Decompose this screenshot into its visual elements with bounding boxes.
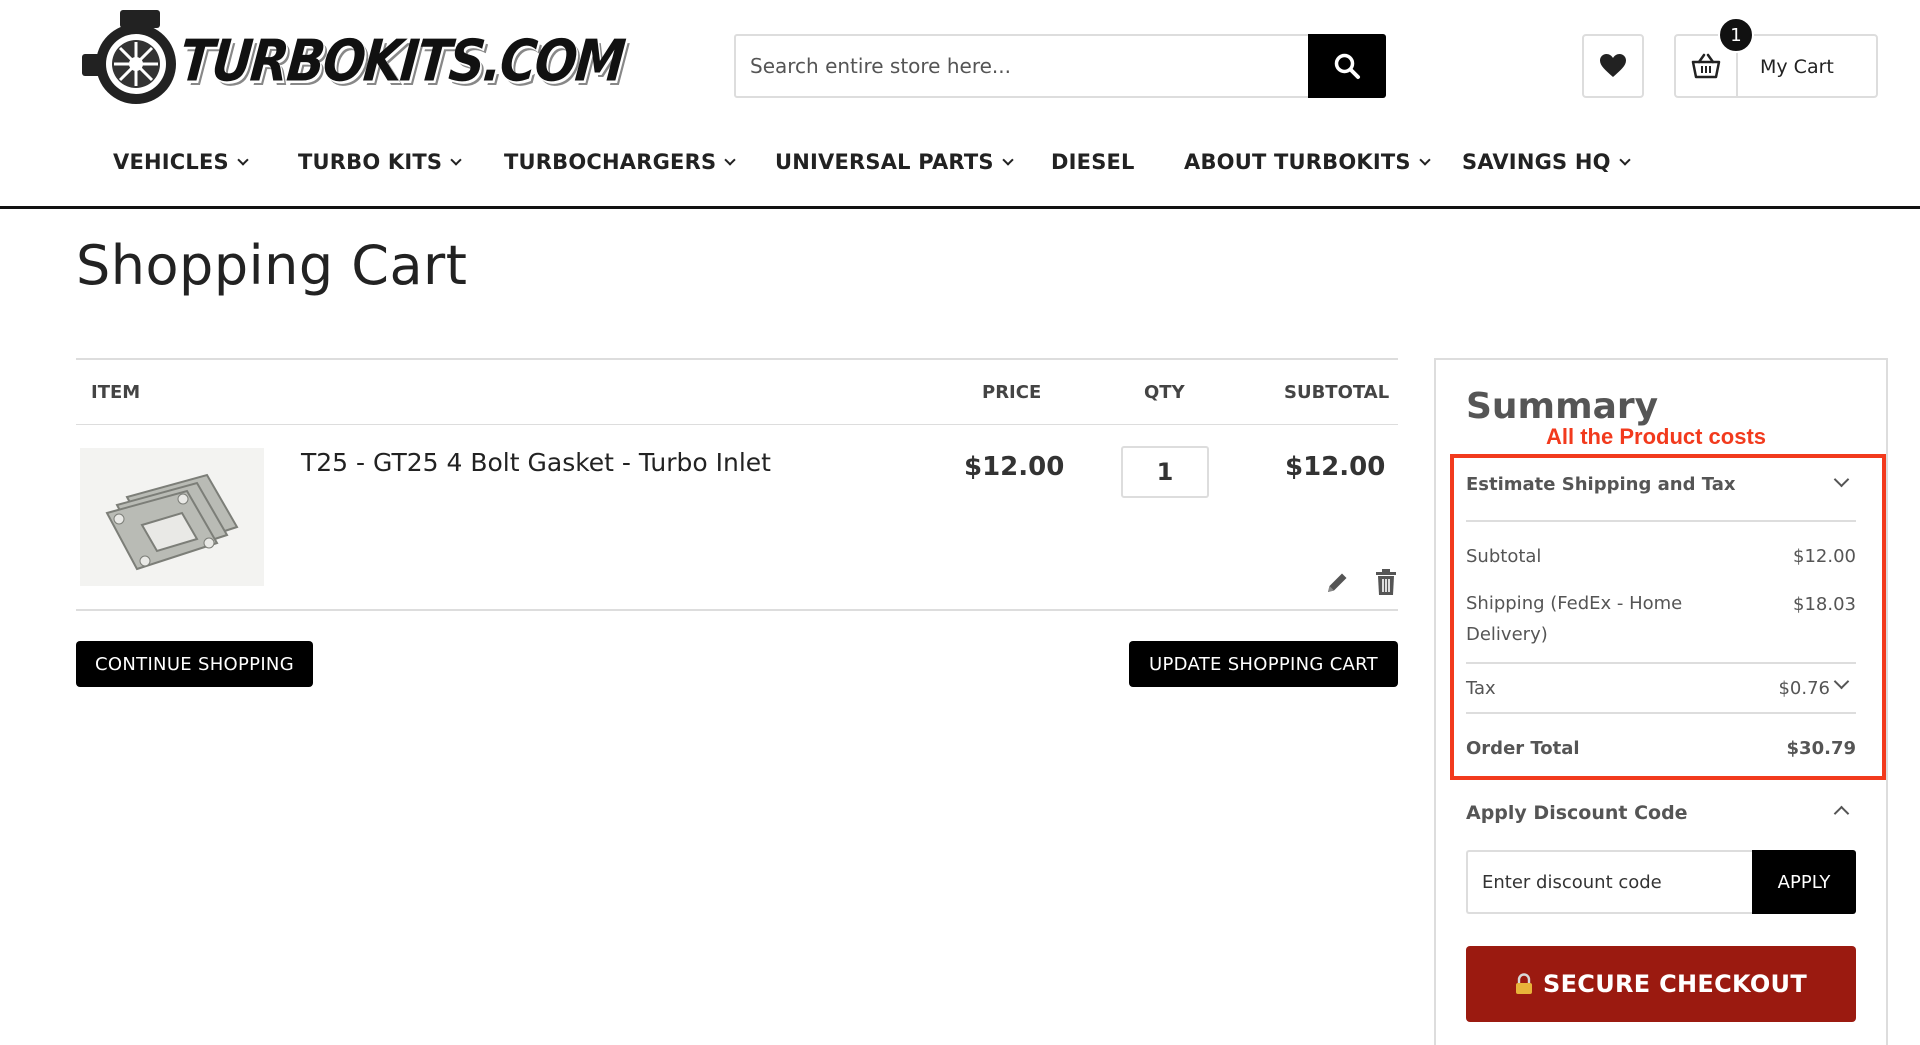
subtotal-value: $12.00 xyxy=(1793,546,1856,567)
my-cart-label: My Cart xyxy=(1760,56,1834,78)
nav-item-label: TURBO KITS xyxy=(298,150,443,174)
chevron-up-icon[interactable] xyxy=(1833,805,1850,822)
order-total-value: $30.79 xyxy=(1786,738,1856,759)
discount-field-wrapper xyxy=(1466,850,1752,914)
gasket-image xyxy=(105,473,239,571)
site-header: TURBOKITS.COM My Cart 1 xyxy=(0,0,1920,209)
nav-item-label: DIESEL xyxy=(1051,150,1135,174)
column-header-price: PRICE xyxy=(982,382,1042,403)
secure-checkout-label: SECURE CHECKOUT xyxy=(1543,970,1807,998)
nav-item-savings-hq[interactable]: SAVINGS HQ xyxy=(1462,150,1631,174)
item-subtotal: $12.00 xyxy=(1285,452,1386,482)
summary-divider xyxy=(1466,520,1856,522)
product-image[interactable] xyxy=(80,448,264,586)
order-total-label: Order Total xyxy=(1466,738,1580,759)
order-summary: Summary All the Product costs Estimate S… xyxy=(1434,358,1888,1045)
shipping-label: Shipping (FedEx - Home Delivery) xyxy=(1466,593,1683,645)
trash-icon[interactable] xyxy=(1374,568,1398,596)
table-header-divider xyxy=(76,424,1398,425)
chevron-down-icon xyxy=(237,153,249,166)
quantity-input[interactable]: 1 xyxy=(1121,446,1209,498)
discount-code-input[interactable] xyxy=(1468,852,1752,912)
product-name-link[interactable]: T25 - GT25 4 Bolt Gasket - Turbo Inlet xyxy=(301,448,771,477)
my-cart-button[interactable]: My Cart xyxy=(1674,34,1878,98)
nav-item-vehicles[interactable]: VEHICLES xyxy=(113,150,249,174)
annotation-label: All the Product costs xyxy=(1546,424,1767,449)
cart-table: ITEM PRICE QTY SUBTOTAL T25 - GT25 4 Bol… xyxy=(76,358,1398,611)
nav-item-label: TURBOCHARGERS xyxy=(504,150,717,174)
main-nav: VEHICLES TURBO KITS TURBOCHARGERS UNIVER… xyxy=(0,150,1920,186)
search-icon xyxy=(1334,53,1360,79)
pencil-icon[interactable] xyxy=(1324,570,1350,596)
nav-item-turbochargers[interactable]: TURBOCHARGERS xyxy=(504,150,736,174)
chevron-down-icon xyxy=(1619,153,1631,166)
chevron-down-icon xyxy=(724,153,736,166)
search-bar xyxy=(734,34,1386,98)
chevron-down-icon xyxy=(1002,153,1014,166)
update-cart-button[interactable]: UPDATE SHOPPING CART xyxy=(1129,641,1398,687)
chevron-down-icon xyxy=(450,153,462,166)
shipping-value: $18.03 xyxy=(1793,594,1856,615)
subtotal-label: Subtotal xyxy=(1466,546,1542,567)
nav-item-turbo-kits[interactable]: TURBO KITS xyxy=(298,150,462,174)
summary-divider xyxy=(1466,712,1856,714)
apply-discount-button[interactable]: APPLY xyxy=(1752,850,1856,914)
nav-item-label: VEHICLES xyxy=(113,150,229,174)
site-logo[interactable]: TURBOKITS.COM xyxy=(80,2,626,114)
heart-icon xyxy=(1600,54,1626,77)
nav-item-label: ABOUT TURBOKITS xyxy=(1184,150,1411,174)
page-title: Shopping Cart xyxy=(76,234,468,297)
wishlist-button[interactable] xyxy=(1582,34,1644,98)
chevron-down-icon xyxy=(1419,153,1431,166)
secure-checkout-button[interactable]: SECURE CHECKOUT xyxy=(1466,946,1856,1022)
tax-value[interactable]: $0.76 xyxy=(1778,678,1830,699)
estimate-shipping-toggle[interactable]: Estimate Shipping and Tax xyxy=(1466,474,1735,495)
discount-code-toggle[interactable]: Apply Discount Code xyxy=(1466,802,1688,824)
nav-item-universal-parts[interactable]: UNIVERSAL PARTS xyxy=(775,150,1014,174)
search-input[interactable] xyxy=(736,36,1311,96)
item-price: $12.00 xyxy=(964,452,1065,482)
summary-divider xyxy=(1466,662,1856,664)
summary-title: Summary xyxy=(1466,386,1659,427)
column-header-item: ITEM xyxy=(91,382,141,403)
logo-wordmark: TURBOKITS.COM xyxy=(176,27,627,95)
cart-count-badge: 1 xyxy=(1718,17,1754,53)
lock-icon xyxy=(1516,973,1532,994)
tax-label: Tax xyxy=(1466,678,1496,699)
search-button[interactable] xyxy=(1308,34,1386,98)
continue-shopping-button[interactable]: CONTINUE SHOPPING xyxy=(76,641,313,687)
nav-item-about-turbokits[interactable]: ABOUT TURBOKITS xyxy=(1184,150,1431,174)
nav-item-diesel[interactable]: DIESEL xyxy=(1051,150,1135,174)
nav-item-label: SAVINGS HQ xyxy=(1462,150,1611,174)
nav-item-label: UNIVERSAL PARTS xyxy=(775,150,994,174)
column-header-subtotal: SUBTOTAL xyxy=(1284,382,1390,403)
column-header-qty: QTY xyxy=(1144,382,1185,403)
basket-icon xyxy=(1691,53,1721,79)
